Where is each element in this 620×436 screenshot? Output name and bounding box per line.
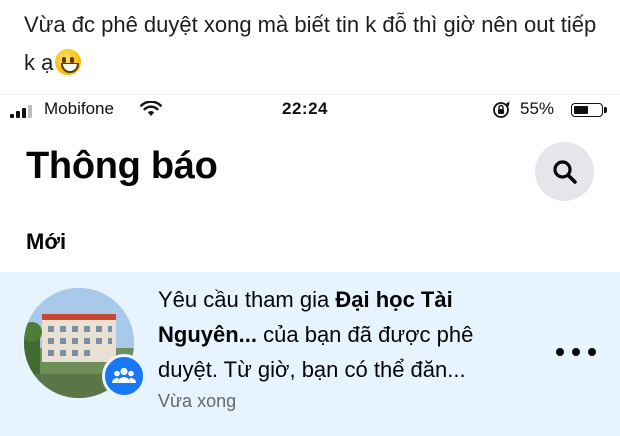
- caption-text: Vừa đc phê duyệt xong mà biết tin k đỗ t…: [24, 12, 597, 75]
- notification-text-prefix: Yêu cầu tham gia: [158, 287, 336, 312]
- battery-percent: 55%: [520, 99, 555, 118]
- more-options-icon: [556, 348, 564, 356]
- status-time: 22:24: [282, 99, 328, 118]
- notification-time: Vừa xong: [158, 391, 237, 411]
- wifi-icon: [140, 101, 162, 116]
- carrier-name: Mobifone: [44, 99, 114, 118]
- more-options-button[interactable]: [552, 340, 600, 364]
- group-badge: [102, 354, 146, 398]
- notification-text: Yêu cầu tham gia Đại học Tài Nguyên... c…: [158, 282, 538, 387]
- post-caption: Vừa đc phê duyệt xong mà biết tin k đỗ t…: [24, 6, 604, 82]
- status-bar: Mobifone 22:24 55%: [0, 95, 620, 125]
- group-icon: [112, 367, 136, 383]
- search-icon: [553, 160, 577, 184]
- search-button[interactable]: [535, 142, 594, 201]
- battery-icon: [571, 103, 607, 117]
- grinning-face-emoji-icon: [55, 49, 82, 75]
- notification-item[interactable]: Yêu cầu tham gia Đại học Tài Nguyên... c…: [0, 272, 620, 436]
- page-title: Thông báo: [26, 145, 218, 187]
- section-label-new: Mới: [26, 229, 67, 254]
- phone-screenshot: Mobifone 22:24 55% Thông báo Mới Yêu cầu…: [0, 94, 620, 436]
- battery-level: [574, 106, 588, 114]
- orientation-lock-icon: [493, 101, 510, 118]
- signal-icon: [10, 104, 38, 118]
